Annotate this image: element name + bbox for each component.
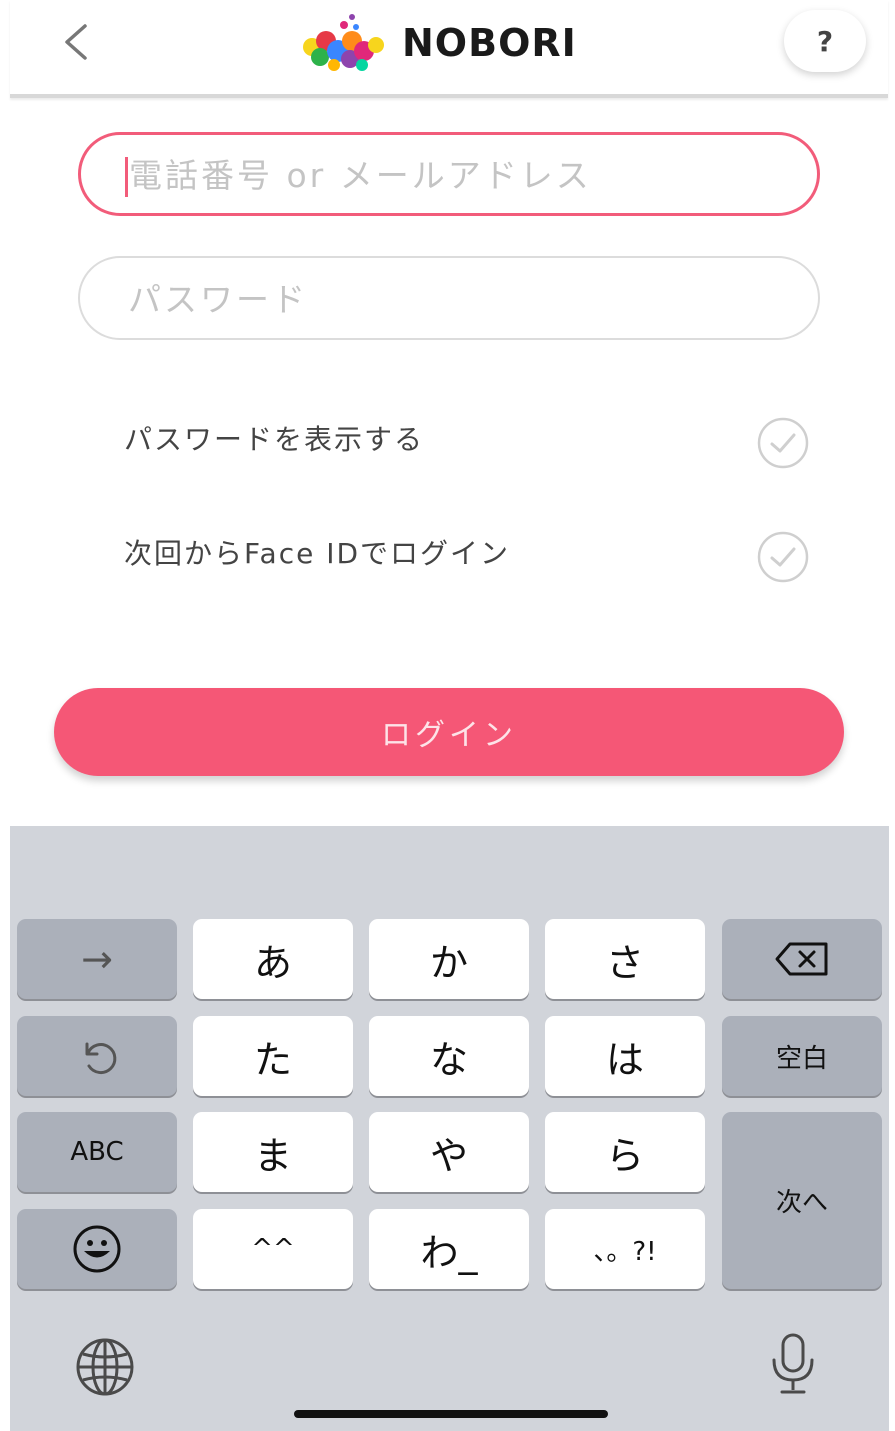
key-arrow-right[interactable]: → [17,919,177,999]
phone-email-input[interactable] [127,135,791,215]
key-ma[interactable]: ま [193,1112,353,1192]
phone-email-field[interactable] [78,132,820,216]
chevron-left-icon [65,24,87,60]
nobori-logo-icon [303,14,384,71]
key-undo[interactable] [17,1016,177,1096]
key-ra[interactable]: ら [545,1112,705,1192]
backspace-icon [775,942,828,976]
key-punctuation[interactable]: 、。?! [545,1209,705,1289]
undo-icon [85,1042,117,1074]
key-emoji[interactable] [17,1209,177,1289]
brand-name: NOBORI [402,21,577,65]
globe-icon[interactable] [74,1336,136,1398]
password-input[interactable] [126,258,790,340]
help-button[interactable]: ? [784,10,866,72]
key-ka[interactable]: か [369,919,529,999]
faceid-check-icon[interactable] [756,530,810,584]
key-backspace[interactable] [722,919,882,999]
key-space[interactable]: 空白 [722,1016,882,1096]
key-wa[interactable]: わ_ [369,1209,529,1289]
key-na[interactable]: な [369,1016,529,1096]
show-password-check-icon[interactable] [756,416,810,470]
app-logo: NOBORI [298,8,628,78]
faceid-login-label: 次回からFace IDでログイン [124,537,511,570]
microphone-icon[interactable] [768,1332,818,1396]
home-indicator[interactable] [294,1410,608,1418]
key-ha[interactable]: は [545,1016,705,1096]
show-password-label: パスワードを表示する [124,423,425,456]
key-a[interactable]: あ [193,919,353,999]
login-button[interactable]: ログイン [54,688,844,776]
password-field[interactable] [78,256,820,340]
key-next[interactable]: 次へ [722,1112,882,1289]
key-sa[interactable]: さ [545,919,705,999]
back-button[interactable] [54,18,98,66]
key-ya[interactable]: や [369,1112,529,1192]
key-abc[interactable]: ABC [17,1112,177,1192]
app-header: NOBORI ? [10,0,888,98]
emoji-icon [73,1225,121,1273]
key-ta[interactable]: た [193,1016,353,1096]
key-kaomoji[interactable]: ^^ [193,1209,353,1289]
